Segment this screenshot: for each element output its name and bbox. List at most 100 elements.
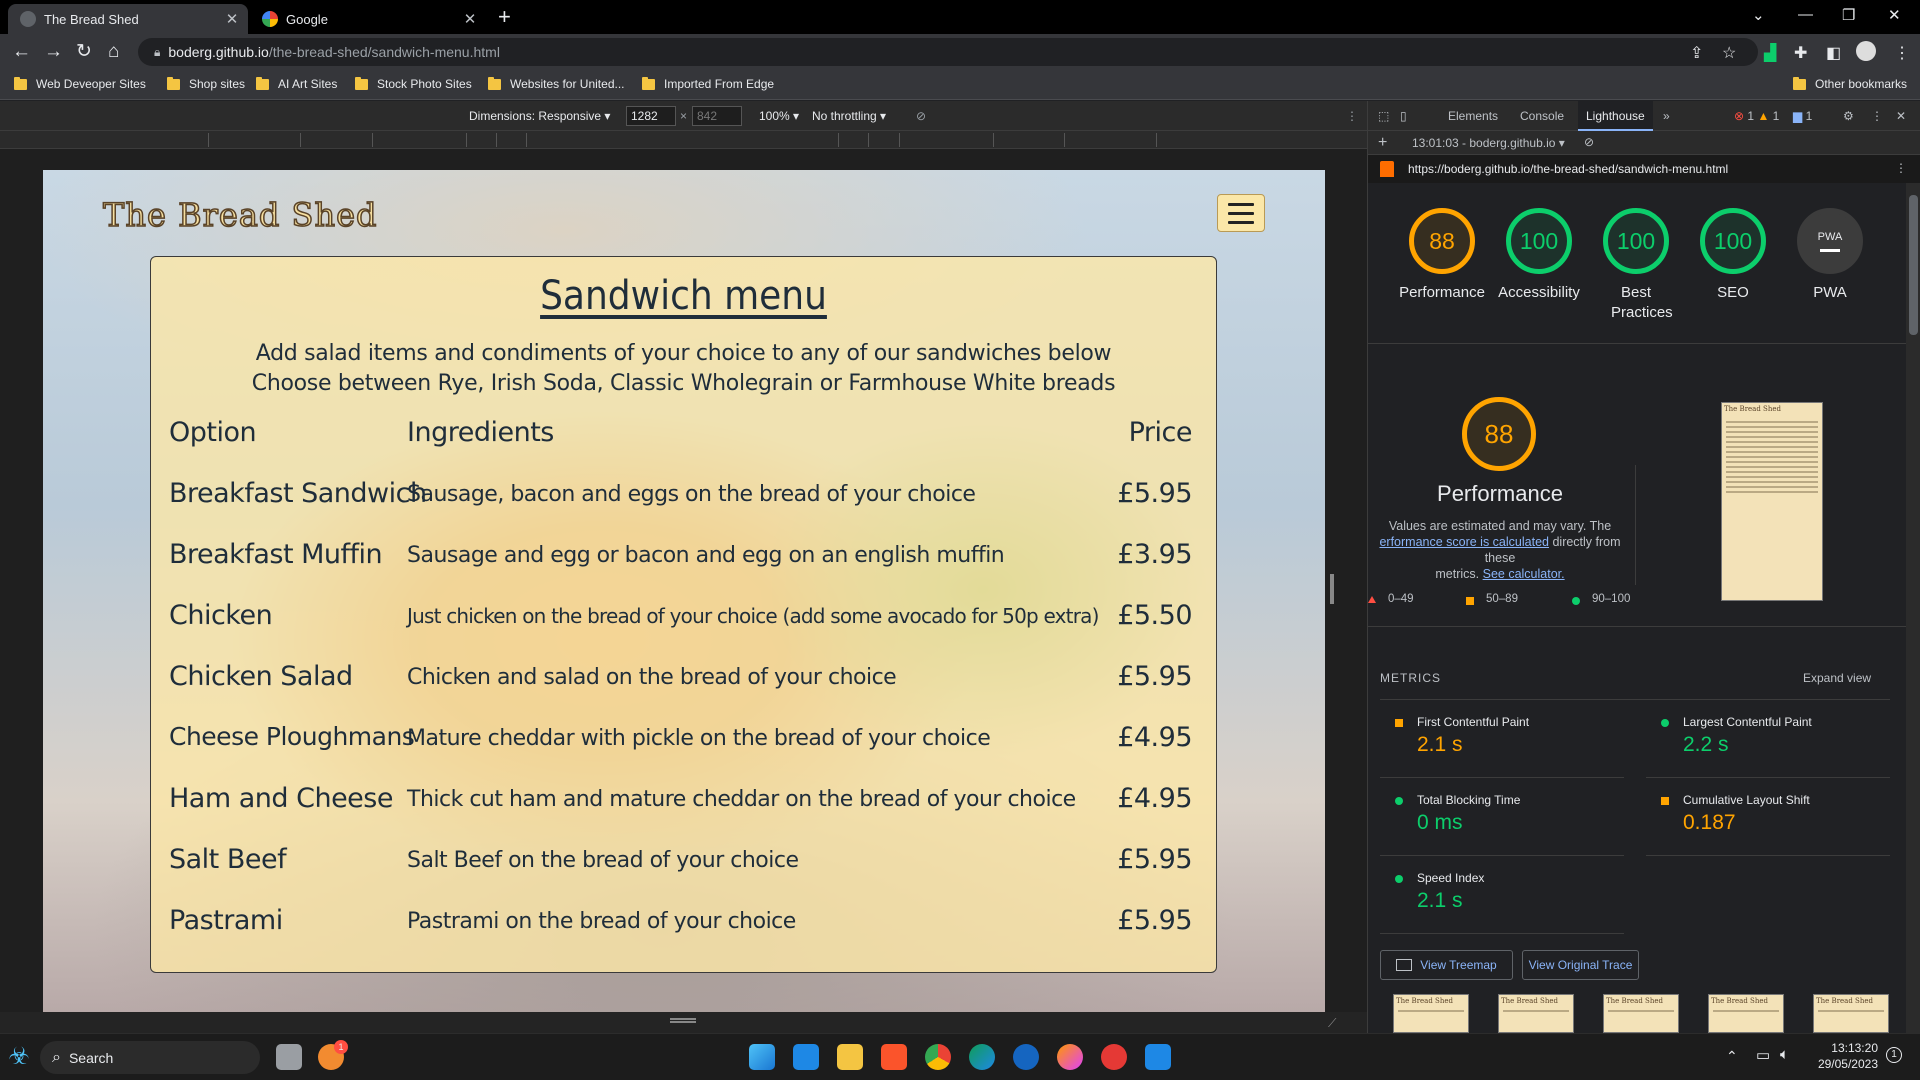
site-title[interactable]: The Bread Shed [102,195,378,235]
devtools-menu-icon[interactable]: ⋮ [1871,109,1883,123]
firefox-developer-icon[interactable] [1013,1044,1039,1070]
scrollbar-thumb[interactable] [1909,195,1918,335]
viewport-resize-handle[interactable] [1330,574,1334,604]
brave-browser-icon[interactable] [881,1044,907,1070]
corner-resize-icon[interactable]: ⟋ [1328,1016,1336,1031]
view-treemap-button[interactable]: View Treemap [1380,950,1513,980]
vscode-icon[interactable] [1145,1044,1171,1070]
width-input[interactable]: 1282 [626,106,676,126]
bookmark-folder[interactable]: Imported From Edge [642,76,774,91]
frame-title: The Bread Shed [1501,997,1558,1005]
tab-the-bread-shed[interactable]: The Bread Shed ✕ [8,4,248,34]
extension-icon[interactable]: ▟ [1764,43,1776,63]
error-badge[interactable]: ⊗ 1 ▲ 1 [1734,109,1779,123]
tab-search-icon[interactable]: ⌄ [1752,6,1765,24]
back-icon[interactable]: ← [12,42,31,62]
bookmark-folder[interactable]: AI Art Sites [256,76,337,91]
minimize-icon[interactable]: — [1798,6,1813,23]
clear-report-icon[interactable]: ⊘ [1584,135,1594,149]
view-original-trace-button[interactable]: View Original Trace [1522,950,1639,980]
clock[interactable]: 13:13:20 29/05/2023 [1808,1040,1878,1072]
bookmark-star-icon[interactable]: ☆ [1722,43,1736,63]
device-options-icon[interactable]: ⋮ [1346,109,1358,123]
bookmark-folder[interactable]: Other bookmarks [1793,76,1907,91]
reload-icon[interactable]: ↻ [76,42,92,62]
close-window-icon[interactable]: ✕ [1888,6,1901,24]
filmstrip-frame[interactable]: The Bread Shed [1498,994,1574,1033]
more-tabs-icon[interactable]: » [1663,109,1670,123]
media-query-ruler[interactable] [0,131,1367,149]
share-icon[interactable]: ⇪ [1690,43,1703,63]
height-input[interactable]: 842 [692,106,742,126]
file-explorer-icon[interactable] [837,1044,863,1070]
header-price: Price [1128,417,1193,448]
tab-lighthouse[interactable]: Lighthouse [1578,101,1653,131]
pwa-badge-icon[interactable]: PWA [1797,208,1863,274]
bookmark-folder[interactable]: Web Deveoper Sites [14,76,146,91]
filmstrip-frame[interactable]: The Bread Shed [1708,994,1784,1033]
tray-overflow-icon[interactable]: ⌃ [1726,1048,1738,1065]
tab-console[interactable]: Console [1520,109,1564,123]
mail-icon[interactable] [793,1044,819,1070]
widgets-icon[interactable]: ☣ [6,1044,32,1070]
report-select[interactable]: 13:01:03 - boderg.github.io ▾ [1412,136,1565,150]
score-gauge-seo[interactable]: 100 [1700,208,1766,274]
resize-grip-icon[interactable] [670,1018,696,1023]
volume-icon[interactable]: 🔈︎ [1780,1046,1789,1063]
inspect-element-icon[interactable]: ⬚ [1378,109,1389,123]
tab-google[interactable]: Google ✕ [250,4,486,34]
filmstrip-frame[interactable]: The Bread Shed [1603,994,1679,1033]
puzzle-extensions-icon[interactable]: ✚ [1794,43,1807,63]
tab-elements[interactable]: Elements [1448,109,1498,123]
settings-gear-icon[interactable]: ⚙ [1843,109,1854,123]
taskbar-search[interactable]: ⌕ Search [40,1041,260,1074]
report-menu-icon[interactable]: ⋮ [1895,161,1907,175]
report-url[interactable]: https://boderg.github.io/the-bread-shed/… [1408,162,1728,176]
close-tab-icon[interactable]: ✕ [222,10,242,28]
perf-score-link[interactable]: erformance score is calculated [1379,535,1549,549]
profile-avatar[interactable] [1856,41,1876,61]
score-gauge-accessibility[interactable]: 100 [1506,208,1572,274]
score-gauge-best-practices[interactable]: 100 [1603,208,1669,274]
home-icon[interactable]: ⌂ [108,42,119,62]
address-bar[interactable]: 🔒︎ boderg.github.io /the-bread-shed/sand… [138,38,1758,66]
side-panel-icon[interactable]: ◧ [1826,43,1841,63]
notification-center-icon[interactable]: 1 [1886,1047,1902,1063]
score-gauge-performance[interactable]: 88 [1409,208,1475,274]
new-tab-icon[interactable]: + [498,6,511,28]
hamburger-menu-icon[interactable] [1217,194,1265,232]
network-icon[interactable]: ▭ [1756,1046,1770,1064]
new-report-icon[interactable]: + [1378,134,1387,152]
lock-icon[interactable]: 🔒︎ [154,45,160,60]
start-menu-icon[interactable] [749,1044,775,1070]
firefox-icon[interactable] [1057,1044,1083,1070]
maximize-icon[interactable]: ❐ [1842,6,1855,24]
filmstrip-frame[interactable]: The Bread Shed [1393,994,1469,1033]
bookmark-folder[interactable]: Shop sites [167,76,245,91]
throttling-select[interactable]: No throttling ▾ [812,109,886,123]
messages-badge[interactable]: ▆ 1 [1793,109,1812,123]
times-sign: × [680,109,688,123]
dimensions-select[interactable]: Dimensions: Responsive ▾ [469,109,610,123]
close-devtools-icon[interactable]: ✕ [1896,109,1906,123]
filmstrip-frame[interactable]: The Bread Shed [1813,994,1889,1033]
task-view-icon[interactable] [276,1044,302,1070]
chrome-icon[interactable] [925,1044,951,1070]
kebab-menu-icon[interactable]: ⋮ [1894,43,1910,63]
forward-icon[interactable]: → [44,42,63,62]
final-screenshot-thumbnail[interactable]: The Bread Shed [1721,402,1823,601]
rotate-icon[interactable]: ⊘ [916,109,926,123]
zoom-select[interactable]: 100% ▾ [759,109,799,123]
expand-view-toggle[interactable]: Expand view [1803,671,1871,685]
bookmark-folder[interactable]: Stock Photo Sites [355,76,472,91]
edge-icon[interactable] [969,1044,995,1070]
copilot-icon[interactable]: 1 [318,1040,348,1070]
bookmark-folder[interactable]: Websites for United... [488,76,625,91]
folder-icon [1793,76,1806,90]
viewport-bottom-resize-bar[interactable]: ⟋ [0,1012,1367,1033]
device-toggle-icon[interactable]: ▯ [1400,109,1407,123]
see-calculator-link[interactable]: See calculator. [1483,567,1565,581]
devtools-scrollbar[interactable] [1906,183,1920,1033]
opera-icon[interactable] [1101,1044,1127,1070]
close-tab-icon[interactable]: ✕ [460,10,480,28]
